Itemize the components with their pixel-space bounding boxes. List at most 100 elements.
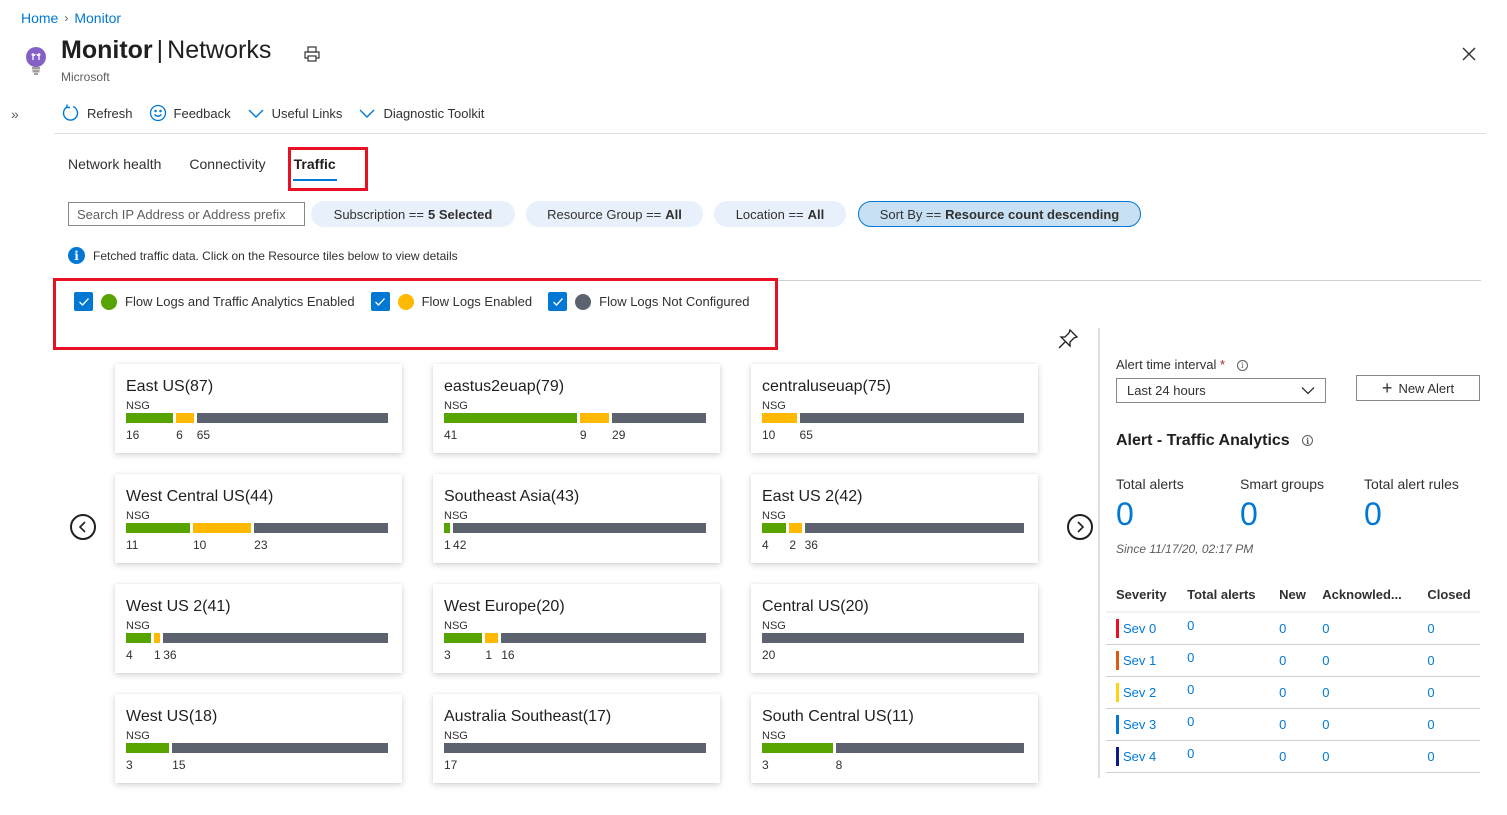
bar-segment-not-configured[interactable] (835, 743, 1024, 753)
checkbox-checked-icon[interactable] (74, 292, 93, 311)
cell-total-alerts[interactable]: 0 (1177, 676, 1270, 709)
bar-segment-not-configured[interactable] (762, 633, 1024, 643)
close-icon[interactable] (1460, 45, 1478, 63)
cell-closed[interactable]: 0 (1417, 644, 1480, 677)
previous-page-button[interactable] (70, 514, 96, 540)
cell-acknowledged[interactable]: 0 (1312, 612, 1418, 645)
bar-segment-ta-enabled[interactable] (126, 413, 174, 423)
region-tile[interactable]: eastus2euap(79) NSG 41 9 29 (433, 364, 720, 453)
subscription-filter[interactable]: Subscription == 5 Selected (311, 201, 515, 227)
useful-links-button[interactable]: Useful Links (247, 106, 342, 121)
bar-segment-not-configured[interactable] (804, 523, 1024, 533)
feedback-button[interactable]: Feedback (149, 104, 231, 122)
stat-value-total-alerts[interactable]: 0 (1116, 496, 1134, 533)
severity-link[interactable]: Sev 1 (1116, 650, 1177, 670)
value-ta-enabled: 4 (126, 648, 133, 662)
region-tile[interactable]: West US(18) NSG 3 15 (115, 694, 402, 783)
legend-item-ta-enabled[interactable]: Flow Logs and Traffic Analytics Enabled (74, 292, 355, 311)
bar-segment-not-configured[interactable] (612, 413, 706, 423)
bar-segment-ta-enabled[interactable] (762, 523, 787, 533)
new-alert-button[interactable]: + New Alert (1356, 375, 1480, 401)
cell-new[interactable]: 0 (1269, 676, 1313, 709)
bar-segment-flowlogs-enabled[interactable] (153, 633, 161, 643)
tab-network-health[interactable]: Network health (68, 156, 161, 180)
region-tile[interactable]: Australia Southeast(17) NSG 17 (433, 694, 720, 783)
cell-total-alerts[interactable]: 0 (1177, 644, 1270, 677)
bar-segment-ta-enabled[interactable] (444, 413, 577, 423)
severity-link[interactable]: Sev 0 (1116, 618, 1177, 638)
info-icon[interactable]: i (1236, 360, 1248, 372)
alert-interval-dropdown[interactable]: Last 24 hours (1116, 378, 1326, 403)
bar-segment-ta-enabled[interactable] (126, 743, 170, 753)
bar-segment-not-configured[interactable] (172, 743, 388, 753)
bar-segment-flowlogs-enabled[interactable] (789, 523, 802, 533)
cell-acknowledged[interactable]: 0 (1312, 644, 1418, 677)
location-filter[interactable]: Location == All (714, 201, 846, 227)
cell-closed[interactable]: 0 (1417, 740, 1480, 773)
legend-item-flowlogs-enabled[interactable]: Flow Logs Enabled (370, 292, 532, 311)
diagnostic-toolkit-button[interactable]: Diagnostic Toolkit (358, 106, 484, 121)
bar-segment-ta-enabled[interactable] (126, 523, 190, 533)
next-page-button[interactable] (1067, 514, 1093, 540)
region-tile[interactable]: South Central US(11) NSG 3 8 (751, 694, 1038, 783)
bar-segment-not-configured[interactable] (444, 743, 706, 753)
pin-icon[interactable] (1057, 328, 1079, 350)
bar-segment-ta-enabled[interactable] (762, 743, 833, 753)
region-tile[interactable]: West Central US(44) NSG 11 10 23 (115, 474, 402, 563)
cell-acknowledged[interactable]: 0 (1312, 740, 1418, 773)
severity-link[interactable]: Sev 2 (1116, 682, 1177, 702)
resource-group-filter[interactable]: Resource Group == All (526, 201, 703, 227)
cell-new[interactable]: 0 (1269, 644, 1313, 677)
breadcrumb-monitor[interactable]: Monitor (74, 10, 121, 26)
cell-new[interactable]: 0 (1269, 612, 1313, 645)
bar-segment-not-configured[interactable] (453, 523, 706, 533)
print-icon[interactable] (303, 45, 321, 63)
cell-closed[interactable]: 0 (1417, 708, 1480, 741)
bar-segment-flowlogs-enabled[interactable] (762, 413, 797, 423)
search-ip-input[interactable] (68, 202, 305, 226)
bar-segment-not-configured[interactable] (163, 633, 388, 643)
bar-segment-flowlogs-enabled[interactable] (193, 523, 252, 533)
region-tile[interactable]: East US 2(42) NSG 4 2 36 (751, 474, 1038, 563)
info-icon[interactable]: i (1302, 435, 1314, 447)
bar-segment-not-configured[interactable] (254, 523, 388, 533)
tab-connectivity[interactable]: Connectivity (189, 156, 265, 180)
severity-link[interactable]: Sev 4 (1116, 746, 1177, 766)
region-tile[interactable]: centraluseuap(75) NSG 10 65 (751, 364, 1038, 453)
cell-acknowledged[interactable]: 0 (1312, 676, 1418, 709)
bar-segment-not-configured[interactable] (196, 413, 388, 423)
bar-segment-ta-enabled[interactable] (126, 633, 151, 643)
bar-segment-not-configured[interactable] (501, 633, 706, 643)
bar-segment-flowlogs-enabled[interactable] (176, 413, 194, 423)
page-title-section: Networks (167, 36, 272, 64)
region-tile[interactable]: East US(87) NSG 16 6 65 (115, 364, 402, 453)
bar-segment-not-configured[interactable] (799, 413, 1024, 423)
stat-value-smart-groups[interactable]: 0 (1240, 496, 1258, 533)
checkbox-checked-icon[interactable] (548, 292, 568, 311)
severity-link[interactable]: Sev 3 (1116, 714, 1177, 734)
cell-total-alerts[interactable]: 0 (1177, 612, 1270, 645)
bar-segment-ta-enabled[interactable] (444, 523, 451, 533)
sort-by-filter[interactable]: Sort By == Resource count descending (858, 201, 1141, 227)
cell-new[interactable]: 0 (1269, 740, 1313, 773)
region-tile[interactable]: West Europe(20) NSG 3 1 16 (433, 584, 720, 673)
bar-segment-flowlogs-enabled[interactable] (485, 633, 499, 643)
region-tile[interactable]: West US 2(41) NSG 4 1 36 (115, 584, 402, 673)
breadcrumb-home[interactable]: Home (21, 10, 58, 26)
diagnostic-toolkit-label: Diagnostic Toolkit (383, 105, 485, 121)
bar-segment-ta-enabled[interactable] (444, 633, 483, 643)
cell-total-alerts[interactable]: 0 (1177, 708, 1270, 741)
cell-new[interactable]: 0 (1269, 708, 1313, 741)
refresh-button[interactable]: Refresh (62, 104, 133, 122)
expand-sidebar-icon[interactable]: » (11, 106, 19, 122)
region-tile[interactable]: Central US(20) NSG 20 (751, 584, 1038, 673)
region-tile[interactable]: Southeast Asia(43) NSG 1 42 (433, 474, 720, 563)
checkbox-checked-icon[interactable] (370, 292, 390, 311)
cell-acknowledged[interactable]: 0 (1312, 708, 1418, 741)
cell-closed[interactable]: 0 (1417, 676, 1480, 709)
legend-item-not-configured[interactable]: Flow Logs Not Configured (548, 292, 749, 311)
cell-closed[interactable]: 0 (1417, 612, 1480, 645)
stat-value-total-alert-rules[interactable]: 0 (1364, 496, 1382, 533)
bar-segment-flowlogs-enabled[interactable] (579, 413, 610, 423)
cell-total-alerts[interactable]: 0 (1177, 740, 1270, 773)
